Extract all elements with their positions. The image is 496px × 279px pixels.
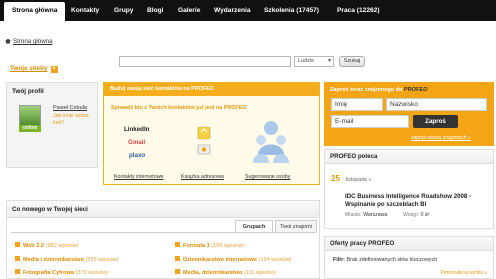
bullet-icon [175,256,180,261]
plaxo-logo[interactable]: plaxo [129,152,145,159]
search-scope-select[interactable]: Ludzie [294,56,334,67]
list-item[interactable]: Media, dziennikarstwo (111 wpisów) [175,269,276,276]
personalize-results-link[interactable]: Personalizuj wyniki » [441,270,487,276]
tab-blogs[interactable]: Blogi [147,3,163,19]
invite-header: Zaproś teraz znajomego do PROFEO [330,87,428,93]
group-title[interactable]: Media, dziennikarstwo [183,270,242,276]
build-network-header: Buduj swoją sieć kontaktów na PROFEO [104,83,319,96]
event-cost-label: Wstęp: [403,212,420,218]
goals-label[interactable]: Twoje skeby [10,65,48,72]
add-goal-icon[interactable]: + [50,66,58,73]
how-others-see-me-link[interactable]: Jak mnie widzą inni? [53,113,95,126]
tab-contacts[interactable]: Kontakty [71,3,99,19]
tab-divider [11,232,315,233]
group-count: (194 wpisów) [258,257,292,263]
profeo-recommends-title: PROFEO poleca [325,150,493,164]
invite-button[interactable]: Zaproś [413,115,458,128]
top-navigation: Strona główna Kontakty Grupy Blogi Galer… [0,0,496,21]
group-count: (370 wpisów) [75,270,109,276]
list-item[interactable]: Media i dziennikarstwo (556 wpisów) [15,256,118,263]
list-item[interactable]: Dziennikarstwo internetowe (194 wpisów) [175,256,292,263]
event-day: 25 [331,174,340,183]
event-city-value: Warszawa [363,212,388,218]
first-name-field[interactable]: Imię [331,98,383,111]
bullet-icon [15,269,20,274]
event-city-label: Miasto: [345,212,362,218]
event-cost: Wstęp: 0 zł [403,212,429,218]
invite-brand: PROFEO [403,87,428,93]
profile-name[interactable]: Paweł Cebula [53,105,87,111]
goals-link[interactable]: Twoje skeby + [10,65,58,73]
group-title[interactable]: Formuła 1 [183,243,210,249]
avatar[interactable] [19,105,41,127]
network-news-title: Co nowego w Twojej sieci [7,201,319,218]
bullet-icon [15,256,20,261]
breadcrumb[interactable]: Strona główna [5,38,53,45]
event-cost-value: 0 zł [420,212,429,218]
tab-jobs[interactable]: Praca (12262) [337,3,380,19]
bullet-icon [175,242,180,247]
tab-groups[interactable]: Grupy [114,3,133,19]
suggested-people-icon[interactable] [252,119,290,169]
build-network-box: Buduj swoją sieć kontaktów na PROFEO Spr… [103,82,320,185]
job-filter-label: Filtr: [333,257,345,263]
group-count: (111 wpisów) [243,270,277,276]
network-news-panel: Co nowego w Twojej sieci Grupach Twoi zn… [6,200,320,279]
group-title[interactable]: Dziennikarstwo internetowe [183,257,257,263]
profile-title: Twój profil [12,88,44,95]
build-network-subheader: Sprawdź kto z Twoich kontaktów już jest … [111,105,247,111]
internet-contacts-link[interactable]: Kontakty internetowe [114,174,163,180]
tab-trainings[interactable]: Szkolenia (17457) [264,3,319,19]
job-filter-value: Brak zdefiniowanych słów kluczowych [346,257,438,263]
tab-galleries[interactable]: Galerie [178,3,200,19]
address-book-icon[interactable] [196,126,212,160]
bullet-icon [15,242,20,247]
last-name-field[interactable]: Nazwisko [386,98,487,111]
search-button[interactable]: Szukaj [339,56,365,67]
invite-more-link[interactable]: zaproś więcej znajomych » [411,135,471,141]
list-item[interactable]: Fotografia Cyfrowa (370 wpisów) [15,269,109,276]
gmail-logo[interactable]: Gmail [128,139,145,146]
address-book-link[interactable]: Książka adresowa [181,174,224,180]
bullet-icon [175,269,180,274]
linkedin-logo-text: LinkedIn [124,126,150,133]
tab-events[interactable]: Wydarzenia [214,3,251,19]
group-count: (556 wpisów) [85,257,119,263]
group-count: (189 wpisów) [211,243,245,249]
job-offers-title: Oferty pracy PROFEO [325,237,493,251]
invite-header-text: Zaproś teraz znajomego do [330,87,404,93]
group-title[interactable]: Fotografia Cyfrowa [23,270,74,276]
gmail-logo-text: Gmail [128,139,146,146]
list-item[interactable]: Web 2.0 (982 wpisów) [15,242,79,249]
profeo-recommends-panel: PROFEO poleca 25 listopada » IDC Busines… [324,149,494,229]
event-title-link[interactable]: IDC Business Intelligence Roadshow 2008 … [345,193,485,208]
tab-home[interactable]: Strona główna [4,2,66,21]
linkedin-logo[interactable]: LinkedIn [124,126,149,133]
group-title[interactable]: Web 2.0 [23,243,44,249]
event-month-link[interactable]: listopada » [346,177,371,183]
group-title[interactable]: Media i dziennikarstwo [23,257,84,263]
group-count: (982 wpisów) [45,243,79,249]
event-city: Miasto: Warszawa [345,212,387,218]
suggested-people-link[interactable]: Sugerowane osoby [245,174,290,180]
job-filter: Filtr: Brak zdefiniowanych słów kluczowy… [333,257,437,263]
profile-box: Twój profil online Paweł Cebula Jak mnie… [6,82,98,168]
home-icon [5,38,11,44]
plaxo-logo-text: plaxo [129,152,146,159]
breadcrumb-home[interactable]: Strona główna [13,38,53,45]
job-offers-panel: Oferty pracy PROFEO Filtr: Brak zdefinio… [324,236,494,279]
list-item[interactable]: Formuła 1 (189 wpisów) [175,242,244,249]
online-badge: online [19,125,41,132]
email-field[interactable]: E-mail [331,115,409,128]
search-input[interactable] [119,56,291,67]
